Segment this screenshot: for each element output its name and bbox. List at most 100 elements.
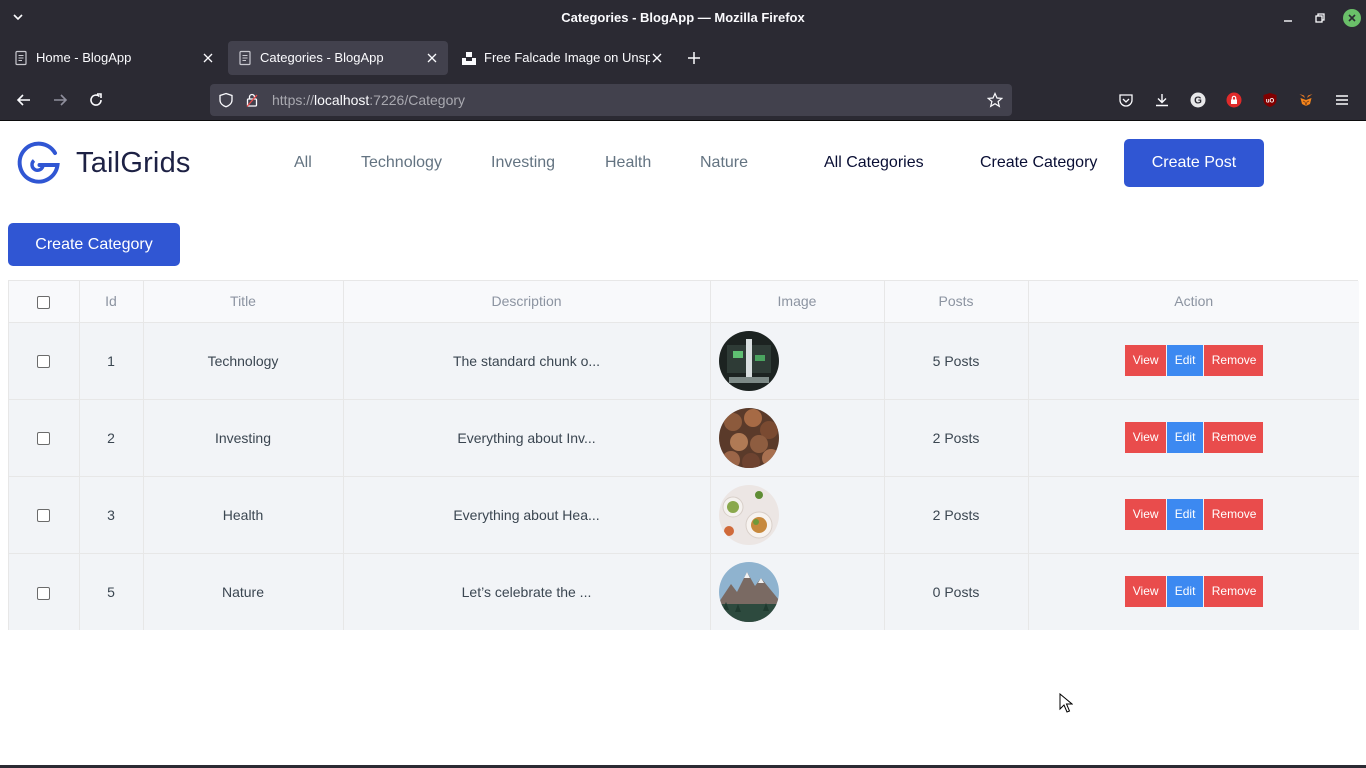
row-checkbox[interactable] <box>37 509 51 523</box>
back-icon[interactable] <box>15 91 33 109</box>
row-posts: 0 Posts <box>884 553 1029 630</box>
nav-link-health[interactable]: Health <box>605 154 651 172</box>
nav-link-all[interactable]: All <box>294 154 312 172</box>
edit-button[interactable]: Edit <box>1166 576 1203 608</box>
download-icon[interactable] <box>1154 92 1170 108</box>
tab-home[interactable]: Home - BlogApp <box>4 41 220 75</box>
extension-icon[interactable] <box>1226 92 1242 108</box>
plus-icon[interactable] <box>686 50 702 66</box>
row-description: The standard chunk o... <box>343 322 711 400</box>
edit-button[interactable]: Edit <box>1166 422 1203 453</box>
row-posts: 5 Posts <box>884 322 1029 400</box>
window-titlebar: Categories - BlogApp — Mozilla Firefox <box>0 0 1366 36</box>
ublock-icon[interactable]: uO <box>1262 92 1278 108</box>
column-header-posts[interactable]: Posts <box>884 281 1029 323</box>
column-header-title[interactable]: Title <box>143 281 344 323</box>
row-title: Nature <box>143 553 344 630</box>
page-icon <box>15 50 27 66</box>
close-icon[interactable] <box>202 52 214 64</box>
nav-link-technology[interactable]: Technology <box>361 154 442 172</box>
column-header-action: Action <box>1028 281 1359 323</box>
category-thumbnail-technology <box>718 330 779 391</box>
create-post-button[interactable]: Create Post <box>1124 139 1264 187</box>
view-button[interactable]: View <box>1124 422 1166 453</box>
table-row: 5 Nature Let’s celebrate the ... 0 Posts… <box>9 553 1359 630</box>
close-icon <box>1348 14 1356 22</box>
page-content: TailGrids All Technology Investing Healt… <box>0 121 1366 765</box>
minimize-icon[interactable] <box>1280 10 1296 26</box>
edit-button[interactable]: Edit <box>1166 499 1203 530</box>
row-checkbox[interactable] <box>37 432 51 446</box>
remove-button[interactable]: Remove <box>1203 576 1263 608</box>
tab-label: Free Falcade Image on Unsp <box>484 50 650 65</box>
lock-icon[interactable] <box>244 92 260 108</box>
row-description: Let’s celebrate the ... <box>343 553 711 630</box>
row-posts: 2 Posts <box>884 399 1029 477</box>
svg-text:G: G <box>1194 96 1202 107</box>
edit-button[interactable]: Edit <box>1166 345 1203 376</box>
page-icon <box>239 50 251 66</box>
reload-icon[interactable] <box>87 91 105 109</box>
category-thumbnail-health <box>718 484 779 545</box>
row-description: Everything about Hea... <box>343 476 711 554</box>
row-id: 1 <box>79 322 144 400</box>
tab-unsplash[interactable]: Free Falcade Image on Unsp <box>452 41 674 75</box>
view-button[interactable]: View <box>1124 345 1166 376</box>
table-row: 1 Technology The standard chunk o... 5 P… <box>9 322 1359 400</box>
view-button[interactable]: View <box>1124 499 1166 530</box>
address-bar[interactable]: https://localhost:7226/Category <box>210 84 1012 116</box>
row-id: 3 <box>79 476 144 554</box>
row-checkbox[interactable] <box>37 586 51 600</box>
svg-text:uO: uO <box>1266 99 1275 105</box>
navigation-toolbar: https://localhost:7226/Category G uO <box>0 80 1366 121</box>
tab-label: Home - BlogApp <box>36 50 132 65</box>
select-all-checkbox[interactable] <box>37 296 51 310</box>
nav-link-all-categories[interactable]: All Categories <box>824 154 924 172</box>
forward-icon[interactable] <box>51 91 69 109</box>
nav-link-investing[interactable]: Investing <box>491 154 555 172</box>
url-scheme: https:// <box>272 92 315 108</box>
tab-label: Categories - BlogApp <box>260 50 384 65</box>
unsplash-icon <box>462 52 476 65</box>
column-header-id[interactable]: Id <box>79 281 144 323</box>
table-header-row: Id Title Description Image Posts Action <box>9 281 1359 323</box>
create-category-button[interactable]: Create Category <box>8 223 180 266</box>
category-thumbnail-nature <box>718 561 779 622</box>
close-icon[interactable] <box>426 52 438 64</box>
row-title: Investing <box>143 399 344 477</box>
nav-link-create-category[interactable]: Create Category <box>980 154 1097 172</box>
remove-button[interactable]: Remove <box>1203 422 1263 453</box>
row-title: Health <box>143 476 344 554</box>
logo-text: TailGrids <box>76 147 191 179</box>
pocket-icon[interactable] <box>1118 92 1134 108</box>
restore-icon[interactable] <box>1312 10 1328 26</box>
metamask-icon[interactable] <box>1298 92 1314 108</box>
window-close-button[interactable] <box>1343 9 1361 27</box>
column-header-description[interactable]: Description <box>343 281 711 323</box>
url-path: :7226/Category <box>369 92 466 108</box>
select-all-cell <box>9 281 80 323</box>
row-id: 2 <box>79 399 144 477</box>
window-title: Categories - BlogApp — Mozilla Firefox <box>561 10 805 25</box>
remove-button[interactable]: Remove <box>1203 345 1263 376</box>
grammarly-icon[interactable]: G <box>1190 92 1206 108</box>
table-row: 2 Investing Everything about Inv... 2 Po… <box>9 399 1359 477</box>
column-header-image[interactable]: Image <box>710 281 885 323</box>
remove-button[interactable]: Remove <box>1203 499 1263 530</box>
table-row: 3 Health Everything about Hea... 2 Posts… <box>9 476 1359 554</box>
row-checkbox[interactable] <box>37 355 51 369</box>
row-id: 5 <box>79 553 144 630</box>
close-icon[interactable] <box>651 52 663 64</box>
nav-link-nature[interactable]: Nature <box>700 154 748 172</box>
view-button[interactable]: View <box>1124 576 1166 608</box>
tab-categories[interactable]: Categories - BlogApp <box>228 41 448 75</box>
tab-bar: Home - BlogApp Categories - BlogApp Free… <box>0 36 1366 80</box>
row-posts: 2 Posts <box>884 476 1029 554</box>
star-icon[interactable] <box>987 92 1003 108</box>
url-text[interactable]: https://localhost:7226/Category <box>272 92 465 108</box>
hamburger-icon[interactable] <box>1334 92 1350 108</box>
logo-mark-icon <box>17 141 60 184</box>
shield-icon[interactable] <box>218 92 234 108</box>
categories-table: Id Title Description Image Posts Action … <box>8 280 1359 630</box>
row-description: Everything about Inv... <box>343 399 711 477</box>
